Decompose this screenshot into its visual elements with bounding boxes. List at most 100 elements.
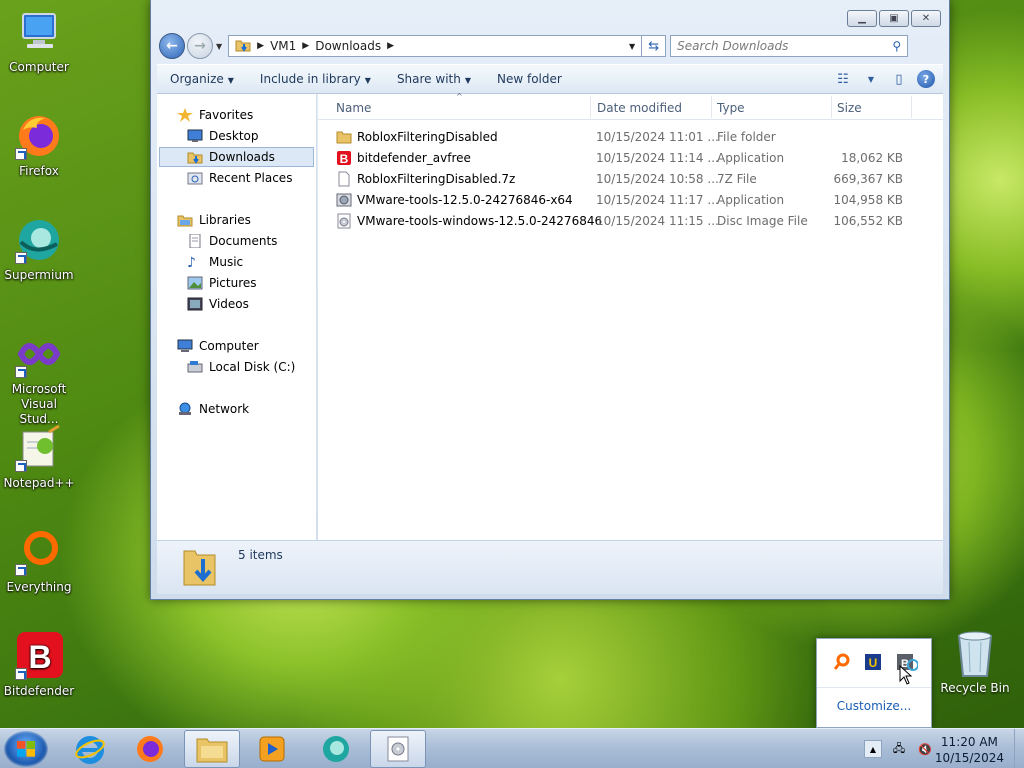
column-date-modified[interactable]: Date modified xyxy=(597,101,682,115)
libraries-icon xyxy=(177,213,193,227)
shortcut-arrow-icon xyxy=(15,148,27,160)
refresh-icon[interactable]: ⇆ xyxy=(641,36,665,56)
breadcrumb-separator-icon[interactable]: ▶ xyxy=(302,41,309,51)
file-name: VMware-tools-windows-12.5.0-24276846 xyxy=(357,214,603,228)
details-pane: 5 items xyxy=(157,540,943,594)
nav-music[interactable]: ♪ Music xyxy=(187,252,243,272)
hard-drive-icon xyxy=(187,360,203,374)
file-date: 10/15/2024 11:17 ... xyxy=(596,193,719,207)
shortcut-arrow-icon xyxy=(15,252,27,264)
show-hidden-icons-button[interactable]: ▲ xyxy=(864,740,882,758)
breadcrumb-separator-icon[interactable]: ▶ xyxy=(257,41,264,51)
notepadpp-icon xyxy=(15,424,63,472)
recent-places-icon xyxy=(187,171,203,185)
computer-icon xyxy=(177,339,193,353)
chevron-down-icon: ▼ xyxy=(364,76,371,85)
change-view-icon[interactable]: ☷ xyxy=(833,69,853,89)
column-divider[interactable] xyxy=(711,96,712,118)
everything-search-icon[interactable] xyxy=(833,653,851,671)
breadcrumb-downloads[interactable]: Downloads xyxy=(315,39,381,53)
desktop-icon-label: Everything xyxy=(6,580,72,594)
include-in-library-button[interactable]: Include in library ▼ xyxy=(260,72,371,86)
new-folder-button[interactable]: New folder xyxy=(497,72,562,86)
address-history-dropdown[interactable]: ▼ xyxy=(629,42,635,51)
desktop-icon-notepadpp[interactable]: Notepad++ xyxy=(2,424,76,490)
search-icon[interactable]: ⚲ xyxy=(892,39,901,53)
desktop-icon-everything[interactable]: Everything xyxy=(2,528,76,594)
network-icon[interactable]: 🖧 xyxy=(890,740,908,758)
help-icon[interactable]: ? xyxy=(917,70,935,88)
start-button[interactable] xyxy=(4,731,48,767)
nav-downloads[interactable]: Downloads xyxy=(159,147,314,167)
desktop-icon-recycle-bin[interactable]: Recycle Bin xyxy=(940,630,1010,695)
computer-icon xyxy=(15,8,63,56)
organize-button[interactable]: Organize ▼ xyxy=(170,72,234,86)
nav-network[interactable]: Network xyxy=(177,399,249,419)
desktop-icon-computer[interactable]: Computer xyxy=(2,8,76,74)
column-type[interactable]: Type xyxy=(717,101,745,115)
desktop-icon-firefox[interactable]: Firefox xyxy=(2,112,76,178)
column-divider[interactable] xyxy=(590,96,591,118)
breadcrumb-separator-icon[interactable]: ▶ xyxy=(387,41,394,51)
minimize-button[interactable]: ▁ xyxy=(847,10,877,27)
svg-text:U: U xyxy=(869,656,878,670)
taskbar-windows-explorer[interactable] xyxy=(184,730,240,768)
preview-pane-icon[interactable]: ▯ xyxy=(889,69,909,89)
taskbar-media-player[interactable] xyxy=(244,730,300,768)
disc-image-icon xyxy=(387,736,409,762)
share-with-button[interactable]: Share with ▼ xyxy=(397,72,471,86)
back-button[interactable]: ← xyxy=(159,33,185,59)
organize-label: Organize xyxy=(170,72,224,86)
show-desktop-button[interactable] xyxy=(1014,729,1024,768)
updater-tray-icon[interactable]: U xyxy=(864,653,882,671)
more-views-dropdown[interactable]: ▼ xyxy=(861,69,881,89)
breadcrumb-vm1[interactable]: VM1 xyxy=(270,39,296,53)
taskbar-internet-explorer[interactable] xyxy=(62,730,118,768)
customize-link[interactable]: Customize... xyxy=(817,699,931,713)
desktop-icon-supermium[interactable]: Supermium xyxy=(2,216,76,282)
search-input[interactable]: Search Downloads ⚲ xyxy=(670,35,909,57)
table-row[interactable]: VMware-tools-windows-12.5.0-24276846 10/… xyxy=(334,211,934,231)
nav-videos[interactable]: Videos xyxy=(187,294,249,314)
table-row[interactable]: VMware-tools-12.5.0-24276846-x64 10/15/2… xyxy=(334,190,934,210)
sort-ascending-icon: ^ xyxy=(456,92,463,101)
address-bar[interactable]: ▶ VM1 ▶ Downloads ▶ ▼ ⇆ xyxy=(228,35,667,57)
supermium-icon xyxy=(323,736,349,762)
nav-recent-places[interactable]: Recent Places xyxy=(187,168,292,188)
shortcut-arrow-icon xyxy=(15,564,27,576)
forward-button[interactable]: → xyxy=(187,33,213,59)
column-size[interactable]: Size xyxy=(837,101,862,115)
nav-libraries[interactable]: Libraries xyxy=(177,210,251,230)
table-row[interactable]: RobloxFilteringDisabled.7z 10/15/2024 10… xyxy=(334,169,934,189)
nav-pictures[interactable]: Pictures xyxy=(187,273,257,293)
nav-network-label: Network xyxy=(199,402,250,416)
nav-desktop[interactable]: Desktop xyxy=(187,126,259,146)
nav-libraries-label: Libraries xyxy=(199,213,251,227)
table-row[interactable]: RobloxFilteringDisabled 10/15/2024 11:01… xyxy=(334,127,934,147)
system-tray: ▲ 🖧 🔇 xyxy=(864,740,934,758)
nav-local-disk[interactable]: Local Disk (C:) xyxy=(187,357,295,377)
column-divider[interactable] xyxy=(911,96,912,118)
taskbar-firefox[interactable] xyxy=(122,730,178,768)
desktop-icon-visual-studio[interactable]: Microsoft Visual Stud... xyxy=(2,330,76,427)
desktop-icon-bitdefender[interactable]: B Bitdefender xyxy=(2,632,76,698)
taskbar-installer-window[interactable] xyxy=(370,730,426,768)
column-divider[interactable] xyxy=(831,96,832,118)
nav-videos-label: Videos xyxy=(209,297,249,311)
column-name[interactable]: Name xyxy=(336,101,371,115)
nav-documents[interactable]: Documents xyxy=(187,231,277,251)
taskbar-clock[interactable]: 11:20 AM 10/15/2024 xyxy=(935,734,1004,766)
taskbar: ▲ 🖧 🔇 11:20 AM 10/15/2024 xyxy=(0,728,1024,768)
taskbar-supermium[interactable] xyxy=(308,730,364,768)
file-type: Application xyxy=(717,151,785,165)
table-row[interactable]: B bitdefender_avfree 10/15/2024 11:14 ..… xyxy=(334,148,934,168)
navigation-bar: ← → ▼ ▶ VM1 ▶ Downloads ▶ ▼ ⇆ Search Dow… xyxy=(159,32,941,60)
nav-computer[interactable]: Computer xyxy=(177,336,259,356)
shortcut-arrow-icon xyxy=(15,460,27,472)
close-button[interactable]: ✕ xyxy=(911,10,941,27)
nav-favorites[interactable]: Favorites xyxy=(177,105,253,125)
volume-muted-icon[interactable]: 🔇 xyxy=(916,740,934,758)
file-type: Application xyxy=(717,193,785,207)
recent-pages-dropdown[interactable]: ▼ xyxy=(216,42,222,51)
restore-button[interactable]: ▣ xyxy=(879,10,909,27)
